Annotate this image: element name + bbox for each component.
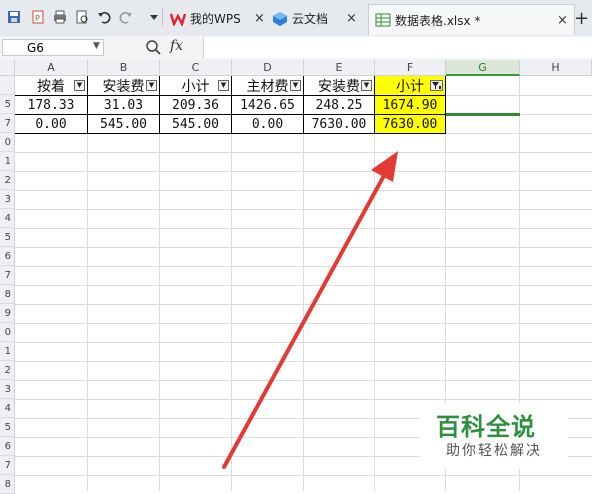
watermark-title: 百科全说 <box>436 413 536 441</box>
watermark-subtitle: 助你轻松解决 <box>446 443 542 459</box>
watermark-logo: 百科全说 助你轻松解决 <box>420 403 568 469</box>
